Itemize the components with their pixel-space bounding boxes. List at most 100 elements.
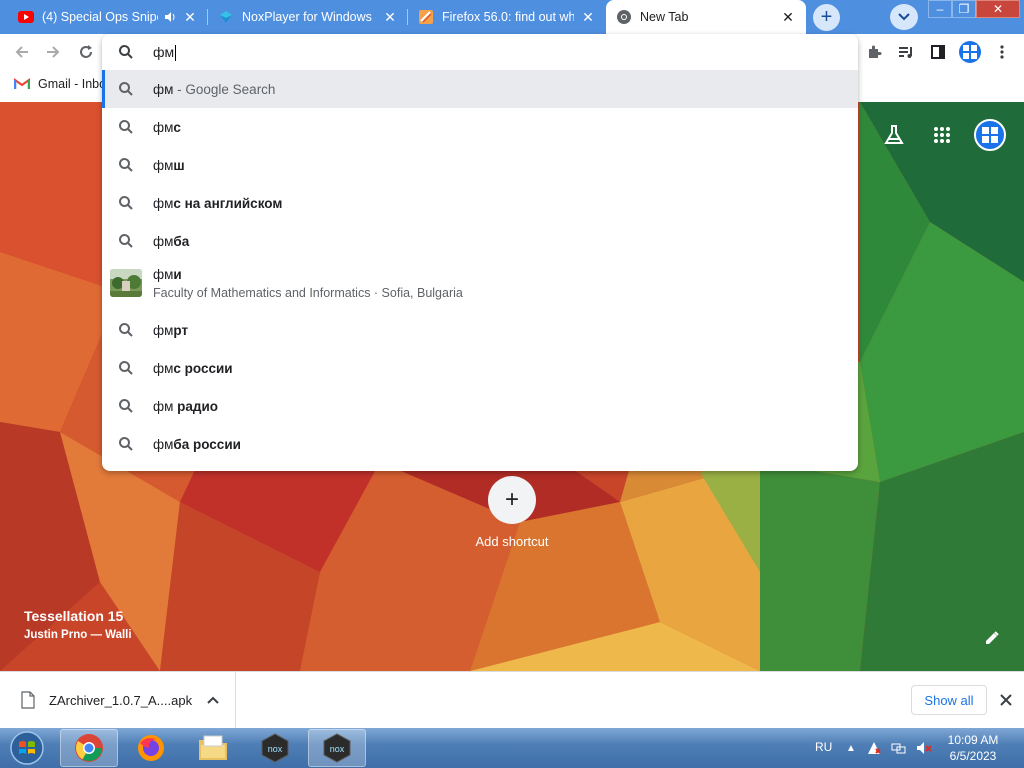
tab-firefox-56[interactable]: Firefox 56.0: find out wha ✕ (408, 0, 606, 34)
suggestion-row[interactable]: фм - Google Search (102, 70, 858, 108)
taskbar-chrome[interactable] (60, 729, 118, 767)
taskbar-nox-2[interactable]: nox (308, 729, 366, 767)
close-icon[interactable]: ✕ (780, 9, 796, 25)
suggestion-prefix: фм (153, 360, 174, 376)
suggestion-row[interactable]: фмс на английском (102, 184, 858, 222)
tab-search-button[interactable] (890, 4, 918, 30)
suggestion-prefix: фм (153, 398, 174, 414)
taskbar-nox-1[interactable]: nox (246, 729, 304, 767)
suggestion-row[interactable]: фм радио (102, 387, 858, 425)
add-shortcut-tile[interactable]: + Add shortcut (474, 476, 550, 549)
suggestion-completion: ш (173, 157, 185, 173)
address-input-text: фм (153, 44, 175, 60)
suggestion-completion: и (173, 267, 182, 282)
omnibox-dropdown: фм фм - Google Search фмс фмш фмс на анг… (102, 34, 858, 471)
taskbar-file-explorer[interactable] (184, 729, 242, 767)
volume-muted-icon[interactable] (916, 740, 932, 756)
pencil-icon[interactable] (982, 628, 1002, 648)
chrome-icon (75, 734, 103, 762)
address-bar[interactable]: фм (102, 34, 858, 70)
chrome-icon (616, 9, 632, 25)
youtube-icon (18, 9, 34, 25)
profile-avatar[interactable] (959, 41, 981, 63)
tab-youtube[interactable]: (4) Special Ops Snipe ✕ (8, 0, 208, 34)
show-all-button[interactable]: Show all (911, 685, 987, 715)
firefox-doc-icon (418, 9, 434, 25)
suggestion-row[interactable]: фмба (102, 222, 858, 260)
search-icon (118, 119, 134, 135)
suggestion-prefix: фм (153, 157, 174, 173)
clock-date: 6/5/2023 (949, 749, 997, 763)
close-icon[interactable]: ✕ (382, 9, 398, 25)
search-icon (118, 81, 134, 97)
tab-title: Firefox 56.0: find out wha (442, 10, 574, 24)
search-icon (118, 233, 134, 249)
tab-noxplayer[interactable]: NoxPlayer for Windows - ✕ (208, 0, 408, 34)
tab-strip: (4) Special Ops Snipe ✕ NoxPlayer for Wi… (0, 0, 1024, 34)
chevron-up-icon[interactable] (204, 691, 222, 709)
background-title[interactable]: Tessellation 15 (24, 608, 123, 624)
network-icon[interactable] (891, 740, 907, 756)
close-icon[interactable]: ✕ (182, 9, 198, 25)
search-icon (118, 44, 134, 65)
nox-icon: nox (261, 733, 289, 763)
language-indicator[interactable]: RU (815, 740, 832, 754)
account-avatar[interactable] (974, 119, 1006, 151)
suggestion-completion: радио (173, 398, 219, 414)
close-icon[interactable] (997, 691, 1015, 709)
search-icon (118, 398, 134, 414)
back-button[interactable] (11, 41, 33, 63)
tab-title: (4) Special Ops Snipe (42, 10, 158, 24)
gmail-icon (14, 78, 30, 90)
suggestion-prefix: фм (153, 267, 174, 282)
reading-list-icon[interactable] (896, 42, 916, 62)
svg-text:nox: nox (268, 744, 283, 754)
windows-start-icon[interactable] (2, 729, 52, 767)
suggestion-completion: с россии (173, 360, 233, 376)
tab-new-tab[interactable]: New Tab ✕ (606, 0, 806, 34)
close-window-button[interactable]: ✕ (976, 0, 1020, 18)
search-icon (118, 157, 134, 173)
tray-expand-icon[interactable]: ▲ (843, 740, 859, 756)
suggestion-row[interactable]: фмрт (102, 311, 858, 349)
svg-text:nox: nox (330, 744, 345, 754)
text-caret (175, 45, 177, 62)
entity-thumbnail (110, 269, 142, 297)
suggestion-prefix: фм (153, 119, 174, 135)
action-center-icon[interactable] (866, 740, 882, 756)
suggestion-row[interactable]: фмс (102, 108, 858, 146)
labs-flask-icon[interactable] (880, 121, 908, 149)
download-item[interactable]: ZArchiver_1.0.7_A....apk (0, 672, 236, 729)
suggestion-row[interactable]: фмш (102, 146, 858, 184)
suggestion-row[interactable]: фмба россии (102, 425, 858, 463)
bookmark-gmail[interactable]: Gmail - Inbo (14, 77, 106, 91)
extensions-icon[interactable] (864, 42, 884, 62)
suggestion-row[interactable]: фмс россии (102, 349, 858, 387)
address-input[interactable]: фм (153, 44, 177, 62)
reload-button[interactable] (75, 41, 97, 63)
minimize-button[interactable]: – (928, 0, 952, 18)
apps-grid-icon[interactable] (928, 121, 956, 149)
maximize-button[interactable]: ❐ (952, 0, 976, 18)
suggestion-completion: ба россии (173, 436, 241, 452)
side-panel-icon[interactable] (928, 42, 948, 62)
suggestion-prefix: фм (153, 322, 174, 338)
search-icon (118, 195, 134, 211)
system-clock[interactable]: 10:09 AM 6/5/2023 (942, 732, 1004, 764)
entity-suggestion-row[interactable]: фми Faculty of Mathematics and Informati… (102, 262, 858, 306)
bookmark-label: Gmail - Inbo (38, 77, 107, 91)
suggestion-completion: с на английском (173, 195, 283, 211)
noxplayer-icon (218, 9, 234, 25)
forward-button[interactable] (42, 41, 64, 63)
suggestion-completion: с (173, 119, 181, 135)
menu-icon[interactable] (992, 42, 1012, 62)
close-icon[interactable]: ✕ (580, 9, 596, 25)
speaker-icon[interactable] (164, 11, 176, 23)
new-tab-button[interactable]: + (813, 4, 840, 31)
background-author[interactable]: Justin Prno — Walli (24, 629, 132, 641)
suggestion-prefix: фм (153, 195, 174, 211)
tab-title: New Tab (640, 10, 689, 24)
nox-icon: nox (323, 733, 351, 763)
firefox-icon (138, 735, 164, 761)
taskbar-firefox[interactable] (122, 729, 180, 767)
